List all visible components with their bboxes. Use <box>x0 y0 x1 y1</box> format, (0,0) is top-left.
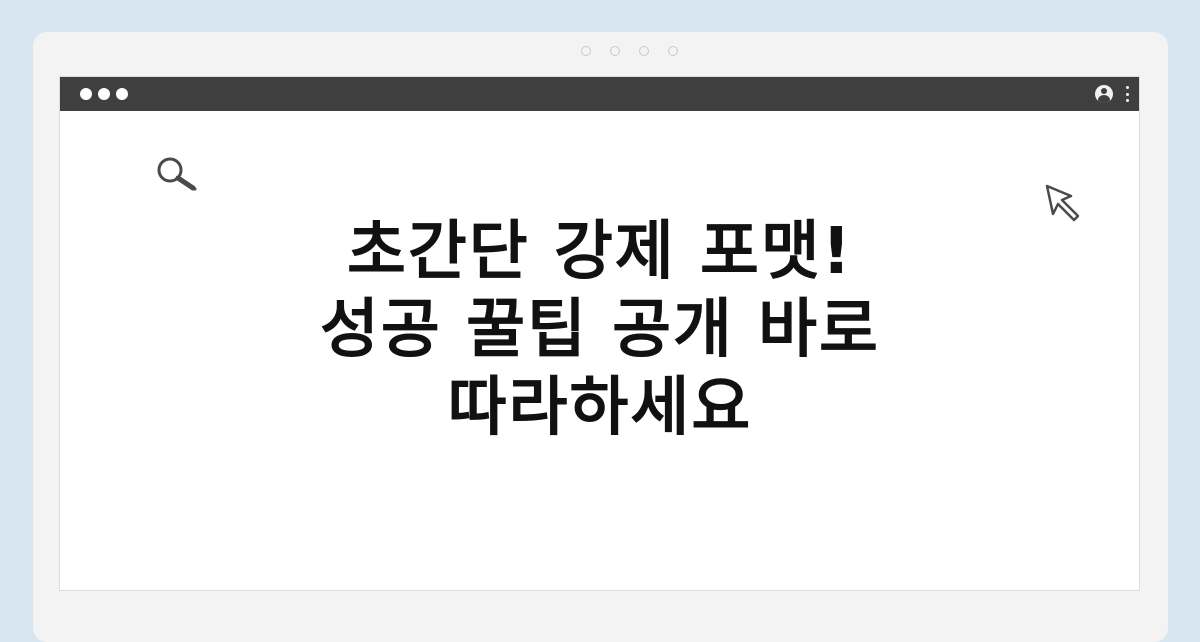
profile-icon[interactable] <box>1095 85 1113 103</box>
headline-line-3: 따라하세요 <box>447 371 753 445</box>
window-control-dot-icon[interactable] <box>80 88 92 100</box>
window-controls <box>80 88 128 100</box>
page: { "headline": { "line1": "초간단 강제 포맷!", "… <box>0 0 1200 642</box>
indicator-dot <box>610 46 620 56</box>
kebab-menu-icon[interactable] <box>1125 86 1129 102</box>
window-control-dot-icon[interactable] <box>116 88 128 100</box>
search-icon <box>157 157 197 191</box>
browser-window: 초간단 강제 포맷! 성공 꿀팁 공개 바로 따라하세요 <box>59 76 1140 591</box>
indicator-dot <box>639 46 649 56</box>
card-indicator-dots <box>581 46 678 56</box>
window-titlebar <box>60 77 1139 111</box>
headline-line-2: 성공 꿀팁 공개 바로 <box>320 293 880 367</box>
outer-card: 초간단 강제 포맷! 성공 꿀팁 공개 바로 따라하세요 <box>33 32 1168 642</box>
window-control-dot-icon[interactable] <box>98 88 110 100</box>
indicator-dot <box>581 46 591 56</box>
page-headline: 초간단 강제 포맷! 성공 꿀팁 공개 바로 따라하세요 <box>100 213 1100 447</box>
indicator-dot <box>668 46 678 56</box>
headline-line-1: 초간단 강제 포맷! <box>347 215 853 289</box>
